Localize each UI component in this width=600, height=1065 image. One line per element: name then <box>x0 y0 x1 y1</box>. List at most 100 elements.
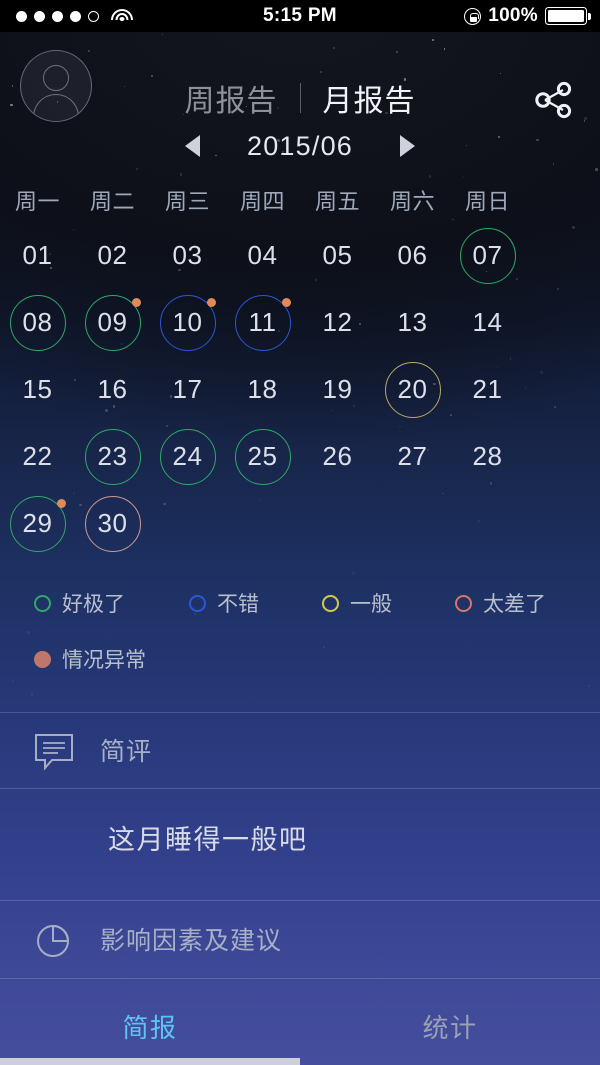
calendar-day-11[interactable]: 11 <box>225 289 300 356</box>
legend-label: 一般 <box>350 593 392 616</box>
day-number: 12 <box>322 307 353 337</box>
calendar-day-18[interactable]: 18 <box>225 356 300 423</box>
tab-weekly-report[interactable]: 周报告 <box>185 76 278 120</box>
day-number: 19 <box>322 374 353 404</box>
calendar-day-21[interactable]: 21 <box>450 356 525 423</box>
pie-chart-icon <box>32 917 76 961</box>
day-number: 21 <box>472 374 503 404</box>
calendar-legend: 好极了 不错 一般 太差了 情况异常 <box>34 588 574 674</box>
calendar-day-22[interactable]: 22 <box>0 423 75 490</box>
day-number: 30 <box>97 508 128 538</box>
rotation-lock-icon <box>464 7 482 25</box>
calendar-weekday-6: 周六 <box>389 189 435 214</box>
calendar-day-empty <box>225 490 300 557</box>
horizontal-scrollbar[interactable] <box>0 1058 300 1065</box>
day-number: 01 <box>22 240 53 270</box>
calendar-day-19[interactable]: 19 <box>300 356 375 423</box>
legend-item-3: 一般 <box>322 588 455 618</box>
calendar-day-06[interactable]: 06 <box>375 222 450 289</box>
calendar-day-23[interactable]: 23 <box>75 423 150 490</box>
day-number: 11 <box>248 307 277 337</box>
current-month-label: 2015/06 <box>247 130 353 161</box>
calendar-day-16[interactable]: 16 <box>75 356 150 423</box>
day-anomaly-dot <box>56 498 66 508</box>
calendar-week-row: 08 09 10 11 12 13 14 <box>0 289 600 356</box>
calendar-day-04[interactable]: 04 <box>225 222 300 289</box>
day-number: 24 <box>172 441 203 471</box>
legend-ring-icon <box>322 594 339 612</box>
calendar-weekday-5: 周五 <box>314 189 360 214</box>
legend-item-4: 太差了 <box>455 588 546 618</box>
day-number: 16 <box>97 374 128 404</box>
tab-statistics[interactable]: 统计 <box>300 987 600 1065</box>
status-bar-clock: 5:15 PM <box>263 5 337 26</box>
calendar-weekday-7: 周日 <box>464 189 510 214</box>
calendar-day-05[interactable]: 05 <box>300 222 375 289</box>
app-root: 5:15 PM 100% 周报告 月报告 2015/06 周一 周二 周三 周四… <box>0 0 600 1065</box>
comment-section-header[interactable]: 简评 <box>0 712 600 788</box>
factors-section-title: 影响因素及建议 <box>100 927 283 955</box>
calendar-day-28[interactable]: 28 <box>450 423 525 490</box>
legend-item-5: 情况异常 <box>34 644 146 674</box>
calendar-day-12[interactable]: 12 <box>300 289 375 356</box>
factors-section-header[interactable]: 影响因素及建议 <box>0 900 600 978</box>
calendar-day-15[interactable]: 15 <box>0 356 75 423</box>
app-header: 周报告 月报告 <box>0 32 600 122</box>
legend-item-2: 不错 <box>189 588 322 618</box>
legend-label: 不错 <box>217 593 259 616</box>
calendar-day-03[interactable]: 03 <box>150 222 225 289</box>
calendar-weeks: 01 02 03 04 05 06 07 08 09 10 11 12 13 14 15 16 17 18 19 20… <box>0 222 600 557</box>
day-number: 10 <box>172 307 203 337</box>
calendar-day-empty <box>300 490 375 557</box>
calendar-day-09[interactable]: 09 <box>75 289 150 356</box>
share-icon[interactable] <box>530 80 576 120</box>
calendar-day-17[interactable]: 17 <box>150 356 225 423</box>
calendar-day-02[interactable]: 02 <box>75 222 150 289</box>
calendar-day-27[interactable]: 27 <box>375 423 450 490</box>
calendar-day-20[interactable]: 20 <box>375 356 450 423</box>
calendar-day-01[interactable]: 01 <box>0 222 75 289</box>
calendar-weekday-4: 周四 <box>239 189 285 214</box>
bottom-tab-bar: 简报 统计 <box>0 987 600 1065</box>
calendar-day-26[interactable]: 26 <box>300 423 375 490</box>
day-number: 09 <box>97 307 128 337</box>
calendar-day-30[interactable]: 30 <box>75 490 150 557</box>
tab-divider <box>299 83 301 113</box>
divider-above-tabbar <box>0 978 600 979</box>
calendar-week-row: 29 30 <box>0 490 600 557</box>
chevron-left-icon[interactable] <box>185 135 200 157</box>
calendar-day-24[interactable]: 24 <box>150 423 225 490</box>
calendar-weekday-2: 周二 <box>89 189 135 214</box>
tab-monthly-report[interactable]: 月报告 <box>323 76 416 120</box>
legend-ring-icon <box>455 594 472 612</box>
calendar-day-25[interactable]: 25 <box>225 423 300 490</box>
tab-briefing[interactable]: 简报 <box>0 987 300 1065</box>
calendar-weekday-1: 周一 <box>14 189 60 214</box>
calendar-day-10[interactable]: 10 <box>150 289 225 356</box>
calendar-day-29[interactable]: 29 <box>0 490 75 557</box>
calendar-day-14[interactable]: 14 <box>450 289 525 356</box>
calendar-day-empty <box>450 490 525 557</box>
day-number: 06 <box>397 240 428 270</box>
calendar-day-07[interactable]: 07 <box>450 222 525 289</box>
day-number: 28 <box>472 441 503 471</box>
day-number: 08 <box>22 307 53 337</box>
calendar-week-row: 15 16 17 18 19 20 21 <box>0 356 600 423</box>
calendar-day-08[interactable]: 08 <box>0 289 75 356</box>
status-bar: 5:15 PM 100% <box>0 0 600 32</box>
legend-row-secondary: 情况异常 <box>34 644 574 674</box>
day-number: 14 <box>472 307 503 337</box>
day-number: 20 <box>397 374 428 404</box>
calendar-day-13[interactable]: 13 <box>375 289 450 356</box>
legend-dot-icon <box>34 650 51 668</box>
chevron-right-icon[interactable] <box>400 135 415 157</box>
comment-section-title: 简评 <box>100 738 153 766</box>
comment-text[interactable]: 这月睡得一般吧 <box>108 818 308 857</box>
day-number: 02 <box>97 240 128 270</box>
battery-icon <box>545 7 591 25</box>
calendar-week-row: 01 02 03 04 05 06 07 <box>0 222 600 289</box>
calendar-day-empty <box>150 490 225 557</box>
month-navigation: 2015/06 <box>0 125 600 167</box>
legend-label: 好极了 <box>62 593 125 616</box>
day-number: 29 <box>22 508 53 538</box>
